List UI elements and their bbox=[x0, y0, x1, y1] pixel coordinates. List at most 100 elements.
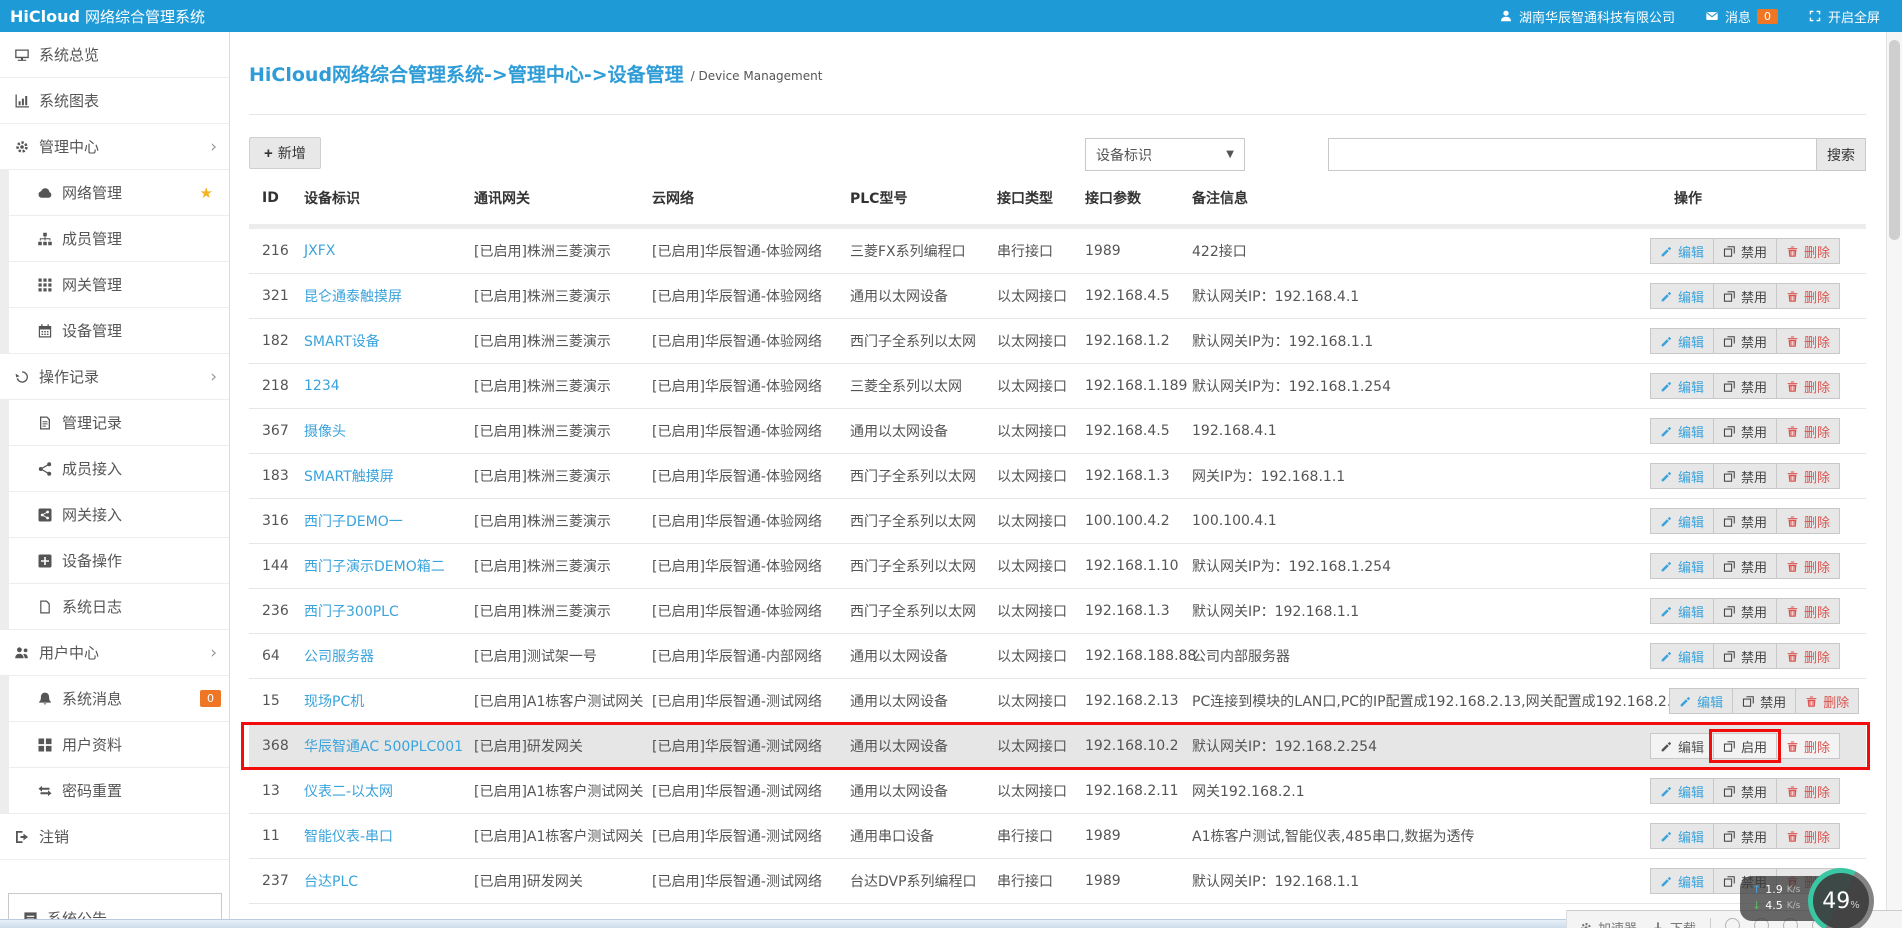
edit-button[interactable]: 编辑 bbox=[1650, 733, 1714, 759]
device-name-link[interactable]: 现场PC机 bbox=[304, 694, 364, 710]
device-name-link[interactable]: JXFX bbox=[304, 243, 335, 259]
device-name-link[interactable]: 西门子300PLC bbox=[304, 604, 399, 620]
disable-button[interactable]: 禁用 bbox=[1732, 688, 1796, 714]
delete-button[interactable]: 删除 bbox=[1776, 643, 1840, 669]
disable-button[interactable]: 禁用 bbox=[1713, 373, 1777, 399]
edit-button[interactable]: 编辑 bbox=[1650, 778, 1714, 804]
edit-button[interactable]: 编辑 bbox=[1650, 823, 1714, 849]
disable-button[interactable]: 禁用 bbox=[1713, 508, 1777, 534]
pencil-icon bbox=[1660, 785, 1673, 798]
delete-button[interactable]: 删除 bbox=[1776, 598, 1840, 624]
delete-button[interactable]: 删除 bbox=[1776, 553, 1840, 579]
search-button[interactable]: 搜索 bbox=[1816, 138, 1866, 171]
disable-button[interactable]: 禁用 bbox=[1713, 553, 1777, 579]
sidebar-item-网络管理[interactable]: 网络管理 ★ bbox=[0, 170, 229, 216]
scrollbar-thumb[interactable] bbox=[1889, 40, 1900, 240]
add-device-button[interactable]: + 新增 bbox=[249, 137, 321, 169]
device-name-link[interactable]: SMART触摸屏 bbox=[304, 469, 394, 485]
device-name-link[interactable]: 仪表二-以太网 bbox=[304, 784, 393, 800]
edit-button[interactable]: 编辑 bbox=[1650, 238, 1714, 264]
sidebar-item-系统总览[interactable]: 系统总览 bbox=[0, 32, 229, 78]
delete-button[interactable]: 删除 bbox=[1795, 688, 1859, 714]
delete-button[interactable]: 删除 bbox=[1776, 508, 1840, 534]
edit-button[interactable]: 编辑 bbox=[1650, 283, 1714, 309]
sidebar-item-管理记录[interactable]: 管理记录 bbox=[0, 400, 229, 446]
disable-button[interactable]: 禁用 bbox=[1713, 643, 1777, 669]
device-name-link[interactable]: SMART设备 bbox=[304, 334, 380, 350]
sidebar-item-成员管理[interactable]: 成员管理 bbox=[0, 216, 229, 262]
device-name-link[interactable]: 华辰智通AC 500PLC001 bbox=[304, 739, 463, 755]
cell-interface-type: 以太网接口 bbox=[984, 736, 1072, 756]
device-name-link[interactable]: 1234 bbox=[304, 378, 340, 394]
accelerator-item[interactable]: 加速器 bbox=[1579, 918, 1637, 928]
device-name-link[interactable]: 摄像头 bbox=[304, 424, 346, 440]
device-name-link[interactable]: 台达PLC bbox=[304, 874, 358, 890]
delete-button[interactable]: 删除 bbox=[1776, 373, 1840, 399]
delete-button[interactable]: 删除 bbox=[1776, 238, 1840, 264]
sidebar-item-用户中心[interactable]: 用户中心 › bbox=[0, 630, 229, 676]
device-name-link[interactable]: 智能仪表-串口 bbox=[304, 829, 393, 845]
sidebar-item-设备操作[interactable]: 设备操作 bbox=[0, 538, 229, 584]
delete-button[interactable]: 删除 bbox=[1776, 733, 1840, 759]
delete-button[interactable]: 删除 bbox=[1776, 283, 1840, 309]
edit-button[interactable]: 编辑 bbox=[1650, 328, 1714, 354]
edit-button[interactable]: 编辑 bbox=[1669, 688, 1733, 714]
edit-button[interactable]: 编辑 bbox=[1650, 508, 1714, 534]
disable-button[interactable]: 禁用 bbox=[1713, 598, 1777, 624]
edit-button[interactable]: 编辑 bbox=[1650, 643, 1714, 669]
sidebar-item-用户资料[interactable]: 用户资料 bbox=[0, 722, 229, 768]
device-name-link[interactable]: 公司服务器 bbox=[304, 649, 374, 665]
usage-percent-widget[interactable]: 49 % bbox=[1808, 868, 1874, 928]
delete-button[interactable]: 删除 bbox=[1776, 823, 1840, 849]
disable-button[interactable]: 禁用 bbox=[1713, 418, 1777, 444]
company-account[interactable]: 湖南华辰智通科技有限公司 bbox=[1499, 7, 1675, 26]
disable-button[interactable]: 禁用 bbox=[1713, 778, 1777, 804]
delete-button[interactable]: 删除 bbox=[1776, 418, 1840, 444]
cell-interface-type: 串行接口 bbox=[984, 826, 1072, 846]
toolbar-icon-1[interactable] bbox=[1725, 918, 1740, 928]
header-plc-model: PLC型号 bbox=[837, 188, 984, 208]
delete-button[interactable]: 删除 bbox=[1776, 778, 1840, 804]
enable-button[interactable]: 启用 bbox=[1713, 733, 1777, 759]
sidebar-item-系统图表[interactable]: 系统图表 bbox=[0, 78, 229, 124]
edit-button[interactable]: 编辑 bbox=[1650, 553, 1714, 579]
cell-interface-param: 192.168.2.13 bbox=[1072, 693, 1179, 709]
edit-button[interactable]: 编辑 bbox=[1650, 868, 1714, 894]
edit-button[interactable]: 编辑 bbox=[1650, 598, 1714, 624]
disable-button[interactable]: 禁用 bbox=[1713, 238, 1777, 264]
cell-plc-model: 三菱FX系列编程口 bbox=[837, 241, 984, 261]
sidebar-item-操作记录[interactable]: 操作记录 › bbox=[0, 354, 229, 400]
sidebar-item-注销[interactable]: 注销 bbox=[0, 814, 229, 860]
edit-button[interactable]: 编辑 bbox=[1650, 373, 1714, 399]
sidebar-item-系统消息[interactable]: 系统消息 0 bbox=[0, 676, 229, 722]
sidebar-item-管理中心[interactable]: 管理中心 › bbox=[0, 124, 229, 170]
delete-button[interactable]: 删除 bbox=[1776, 463, 1840, 489]
fullscreen-toggle[interactable]: 开启全屏 bbox=[1808, 7, 1880, 26]
sidebar-item-网关接入[interactable]: 网关接入 bbox=[0, 492, 229, 538]
sidebar-item-成员接入[interactable]: 成员接入 bbox=[0, 446, 229, 492]
filter-field-select[interactable]: 设备标识 ▼ bbox=[1085, 138, 1245, 171]
sidebar-item-设备管理[interactable]: 设备管理 bbox=[0, 308, 229, 354]
edit-button[interactable]: 编辑 bbox=[1650, 418, 1714, 444]
cell-gateway: [已启用]研发网关 bbox=[461, 736, 639, 756]
messages-item[interactable]: 消息 0 bbox=[1705, 7, 1778, 26]
download-item[interactable]: 下载 bbox=[1651, 918, 1696, 928]
messages-label: 消息 bbox=[1725, 7, 1751, 26]
search-input[interactable] bbox=[1328, 138, 1816, 171]
sidebar-item-密码重置[interactable]: 密码重置 bbox=[0, 768, 229, 814]
disable-button[interactable]: 禁用 bbox=[1713, 328, 1777, 354]
sidebar-item-系统日志[interactable]: 系统日志 bbox=[0, 584, 229, 630]
disable-button[interactable]: 禁用 bbox=[1713, 283, 1777, 309]
device-name-link[interactable]: 昆仑通泰触摸屏 bbox=[304, 289, 402, 305]
disable-button[interactable]: 禁用 bbox=[1713, 823, 1777, 849]
cell-interface-type: 以太网接口 bbox=[984, 421, 1072, 441]
accelerator-label: 加速器 bbox=[1598, 918, 1637, 928]
users-icon bbox=[14, 645, 30, 661]
device-name-link[interactable]: 西门子演示DEMO箱二 bbox=[304, 559, 445, 575]
page-scrollbar[interactable] bbox=[1886, 32, 1902, 928]
sidebar-item-网关管理[interactable]: 网关管理 bbox=[0, 262, 229, 308]
device-name-link[interactable]: 西门子DEMO一 bbox=[304, 514, 403, 530]
edit-button[interactable]: 编辑 bbox=[1650, 463, 1714, 489]
delete-button[interactable]: 删除 bbox=[1776, 328, 1840, 354]
disable-button[interactable]: 禁用 bbox=[1713, 463, 1777, 489]
